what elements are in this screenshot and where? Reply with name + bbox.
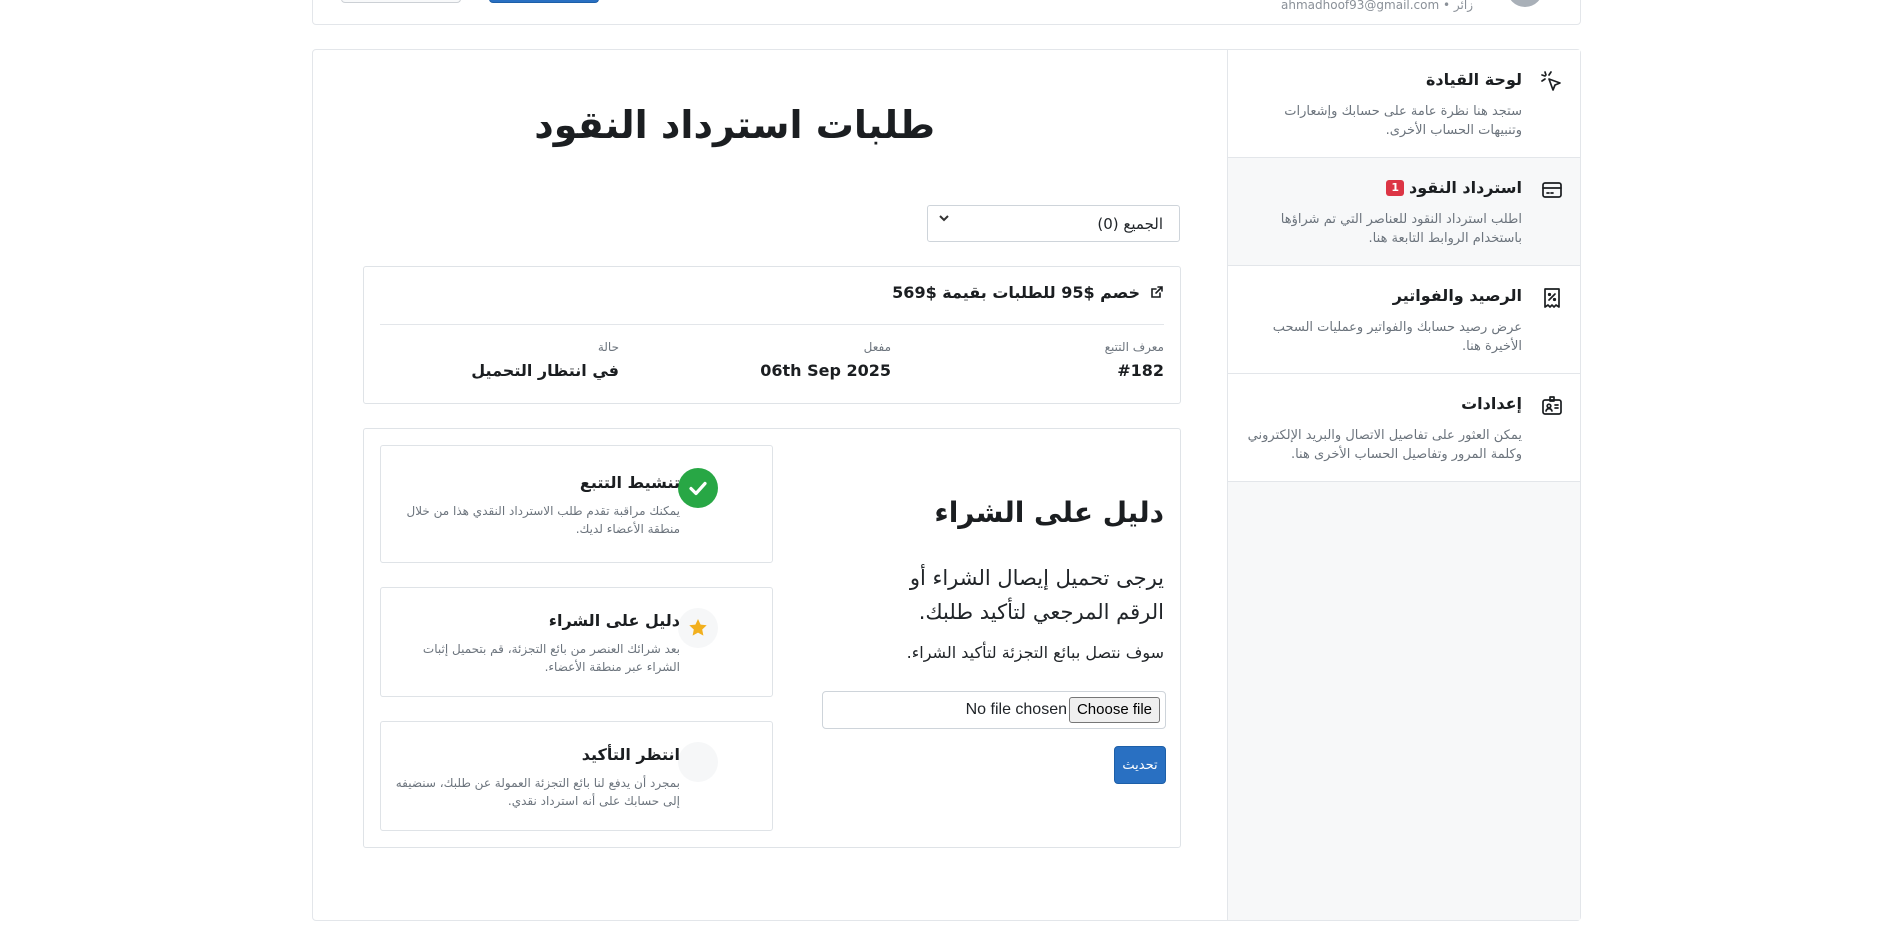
divider: [380, 324, 1164, 325]
step-title: دليل على الشراء: [548, 611, 680, 630]
step-title: تنشيط التتبع: [579, 473, 680, 492]
sidebar-item-settings[interactable]: إعدادات يمكن العثور على تفاصيل الاتصال و…: [1228, 374, 1580, 482]
status-field: حالة في انتظار التحميل: [471, 340, 619, 380]
enabled-date-field: مفعل 06th Sep 2025: [760, 340, 891, 380]
sidebar-item-description: اطلب استرداد النقود للعناصر التي تم شراؤ…: [1280, 212, 1522, 246]
header-primary-button[interactable]: [489, 0, 599, 3]
header-user-info: زائر • ahmadhoof93@gmail.com: [1281, 0, 1473, 12]
step-status-circle: [678, 468, 718, 508]
page-title: طلبات استرداد النقود: [534, 103, 935, 147]
tracking-id-value: #182: [1117, 361, 1164, 380]
chevron-down-icon: [938, 212, 950, 228]
user-email: ahmadhoof93@gmail.com: [1281, 0, 1440, 12]
step-tracking-activated: تنشيط التتبع يمكنك مراقبة تقدم طلب الاست…: [380, 445, 773, 563]
sidebar-item-title: الرصيد والفواتير: [1392, 286, 1522, 305]
sidebar-item-dashboard[interactable]: لوحة القيادة ستجد هنا نظرة عامة على حساب…: [1228, 50, 1580, 158]
check-icon: [689, 481, 707, 496]
update-button[interactable]: تحديث: [1114, 746, 1166, 784]
enabled-date-label: مفعل: [863, 340, 891, 354]
proof-title: دليل على الشراء: [934, 496, 1164, 529]
step-description: يمكنك مراقبة تقدم طلب الاسترداد النقدي ه…: [406, 504, 680, 536]
step-status-circle: [678, 742, 718, 782]
sidebar-item-title: استرداد النقود1: [1386, 178, 1522, 197]
notification-badge: 1: [1386, 180, 1405, 196]
order-title: خصم $95 للطلبات بقيمة $569: [892, 283, 1140, 302]
id-card-icon: [1542, 396, 1562, 415]
sidebar-item-description: عرض رصيد حسابك والفواتير وعمليات السحب ا…: [1272, 320, 1522, 354]
star-icon: [689, 619, 707, 636]
step-description: بعد شرائك العنصر من بائع التجزئة، قم بتح…: [422, 642, 680, 674]
file-upload-input[interactable]: Choose file No file chosen: [822, 691, 1166, 729]
sidebar-item-title: لوحة القيادة: [1425, 70, 1522, 89]
step-description: بمجرد أن يدفع لنا بائع التجزئة العمولة ع…: [395, 776, 680, 808]
credit-card-icon: [1542, 182, 1562, 198]
user-prefix: زائر •: [1443, 0, 1473, 12]
status-filter-select[interactable]: الجميع (0): [927, 205, 1180, 242]
step-await-confirmation: انتظر التأكيد بمجرد أن يدفع لنا بائع الت…: [380, 721, 773, 831]
tracking-id-field: معرف التتبع #182: [1105, 340, 1164, 380]
avatar[interactable]: [1507, 0, 1543, 7]
proof-instruction: يرجى تحميل إيصال الشراء أو الرقم المرجعي…: [909, 566, 1164, 624]
file-status-text: No file chosen: [965, 701, 1067, 718]
step-proof-of-purchase: دليل على الشراء بعد شرائك العنصر من بائع…: [380, 587, 773, 697]
sidebar-item-description: ستجد هنا نظرة عامة على حسابك وإشعارات وت…: [1284, 104, 1522, 138]
step-status-circle: [678, 608, 718, 648]
sidebar-item-description: يمكن العثور على تفاصيل الاتصال والبريد ا…: [1247, 428, 1522, 462]
choose-file-button[interactable]: Choose file: [1068, 697, 1160, 723]
header-card: زائر • ahmadhoof93@gmail.com: [312, 0, 1581, 25]
enabled-date-value: 06th Sep 2025: [760, 361, 891, 380]
proof-note: سوف نتصل ببائع التجزئة لتأكيد الشراء.: [906, 643, 1164, 662]
sidebar-item-cashback[interactable]: استرداد النقود1 اطلب استرداد النقود للعن…: [1228, 158, 1580, 266]
main-card: لوحة القيادة ستجد هنا نظرة عامة على حساب…: [312, 49, 1581, 921]
sidebar-item-balance[interactable]: الرصيد والفواتير عرض رصيد حسابك والفواتي…: [1228, 266, 1580, 374]
header-secondary-button[interactable]: [341, 0, 461, 3]
external-link-icon: [1151, 286, 1163, 298]
status-label: حالة: [597, 340, 619, 354]
proof-of-purchase-card: دليل على الشراء يرجى تحميل إيصال الشراء …: [363, 428, 1181, 848]
order-link[interactable]: خصم $95 للطلبات بقيمة $569: [892, 283, 1164, 302]
status-value: في انتظار التحميل: [471, 361, 619, 380]
step-title: انتظر التأكيد: [581, 745, 680, 764]
receipt-percent-icon: [1544, 288, 1560, 308]
order-card: خصم $95 للطلبات بقيمة $569 معرف التتبع #…: [363, 266, 1181, 404]
sidebar: لوحة القيادة ستجد هنا نظرة عامة على حساب…: [1227, 50, 1580, 920]
cursor-click-icon: [1541, 71, 1561, 91]
tracking-id-label: معرف التتبع: [1104, 340, 1164, 354]
sidebar-item-label: استرداد النقود: [1409, 178, 1522, 197]
sidebar-item-title: إعدادات: [1461, 394, 1522, 413]
filter-selected-value: الجميع (0): [1097, 215, 1163, 233]
